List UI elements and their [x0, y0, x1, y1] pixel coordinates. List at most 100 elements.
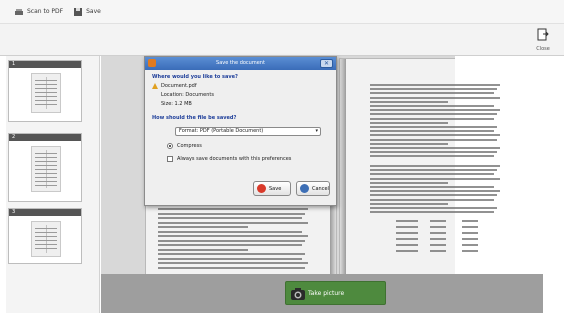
dialog-size: Size: 1.2 MB	[161, 101, 192, 107]
dialog-filename: Document.pdf	[161, 83, 197, 89]
bottom-margin	[543, 274, 564, 313]
app-window: Scan to PDF Save Close 1 2 3 Save the do…	[0, 0, 564, 313]
scanned-text-line	[158, 239, 305, 242]
scanned-table-cell	[462, 244, 478, 246]
scanned-text-line	[158, 212, 305, 215]
scanned-text-line	[370, 207, 497, 209]
compress-radio[interactable]	[167, 143, 173, 149]
scanned-text-line	[370, 186, 494, 188]
take-picture-button[interactable]: Take picture	[285, 281, 386, 305]
scanned-table-cell	[430, 250, 446, 252]
dialog-location: Location: Documents	[161, 92, 214, 98]
scanned-table-cell	[396, 238, 418, 240]
save-icon	[73, 7, 83, 17]
scanned-text-line	[370, 100, 448, 103]
remember-label: Always save documents with this preferen…	[177, 156, 292, 162]
sidebar-edge	[0, 56, 6, 313]
menu-item-save-label: Save	[86, 8, 101, 15]
scanned-text-line	[158, 262, 308, 264]
scanned-text-line	[370, 147, 500, 149]
scanned-text-line	[158, 235, 308, 237]
close-document-label: Close	[536, 46, 550, 52]
format-select-value: Format: PDF (Portable Document)	[179, 128, 264, 134]
scanned-text-line	[158, 248, 248, 251]
dialog-section-heading: How should the file be saved?	[152, 115, 237, 121]
scanned-text-line	[370, 96, 500, 99]
scanned-text-line	[370, 88, 497, 91]
scanned-table-cell	[462, 220, 478, 222]
thumbnail-preview	[31, 73, 61, 113]
dialog-close-button[interactable]: ✕	[320, 59, 333, 68]
save-button[interactable]: Save	[253, 181, 291, 196]
close-document-button[interactable]: Close	[530, 27, 556, 53]
scanned-text-line	[370, 181, 448, 184]
scanned-text-line	[370, 138, 497, 141]
format-select[interactable]: Format: PDF (Portable Document) ▾	[175, 127, 321, 136]
dialog-title: Save the document	[216, 60, 265, 66]
scanned-text-line	[158, 230, 302, 233]
scanned-text-line	[370, 113, 497, 116]
camera-icon	[290, 286, 306, 302]
thumbnail-number: 3	[9, 209, 81, 216]
scanned-text-line	[370, 165, 500, 167]
save-button-label: Save	[269, 185, 282, 192]
scanned-text-line	[370, 155, 494, 158]
scanned-text-line	[370, 142, 448, 145]
scanner-icon	[14, 7, 24, 17]
scanned-text-line	[370, 117, 494, 120]
scanned-text-line	[158, 217, 302, 219]
scanned-table-cell	[396, 244, 418, 246]
scanned-text-line	[370, 151, 497, 154]
scanned-text-line	[370, 130, 494, 133]
menu-item-save[interactable]: Save	[73, 7, 101, 17]
thumbnail-page[interactable]: 3	[8, 208, 82, 264]
thumbnail-number: 1	[9, 61, 81, 68]
scanned-text-line	[370, 126, 497, 128]
menu-item-scan-label: Scan to PDF	[27, 8, 64, 15]
scanned-text-line	[158, 226, 248, 228]
scanned-table-cell	[396, 250, 418, 252]
scanned-table-cell	[396, 232, 418, 234]
scanned-table-cell	[462, 250, 478, 252]
thumbnail-preview	[31, 221, 61, 257]
compress-label: Compress	[177, 143, 202, 149]
scanned-table-cell	[430, 238, 446, 240]
scanned-text-line	[370, 173, 494, 176]
scanned-text-line	[158, 253, 305, 255]
scanned-table-cell	[430, 226, 446, 228]
scanned-text-line	[370, 92, 494, 95]
menu-bar: Scan to PDF Save	[0, 0, 564, 24]
menu-item-scan[interactable]: Scan to PDF	[14, 7, 63, 17]
scanned-text-line	[370, 198, 494, 201]
scanned-table-cell	[462, 232, 478, 234]
dialog-titlebar[interactable]: Save the document ✕	[145, 57, 336, 70]
scanned-text-line	[158, 257, 302, 260]
save-icon	[257, 184, 266, 193]
cancel-button-label: Cancel	[312, 185, 329, 192]
scanned-text-line	[370, 134, 500, 137]
app-icon	[148, 59, 156, 67]
scanned-text-line	[370, 202, 448, 205]
thumbnail-preview	[31, 146, 61, 192]
scanned-text-line	[370, 121, 448, 124]
chevron-down-icon: ▾	[315, 128, 318, 134]
thumbnail-number: 2	[9, 134, 81, 141]
warning-icon	[152, 83, 158, 89]
take-picture-label: Take picture	[308, 289, 345, 297]
scanned-text-line	[158, 244, 302, 246]
scanned-text-line	[370, 169, 497, 172]
scanned-text-line	[370, 177, 500, 180]
scanned-text-line	[370, 194, 497, 197]
scanned-table-cell	[462, 238, 478, 240]
scanned-text-line	[158, 221, 308, 224]
thumbnail-page[interactable]: 2	[8, 133, 82, 202]
remember-checkbox[interactable]	[167, 156, 173, 162]
scanned-text-line	[370, 190, 500, 193]
scanned-table-cell	[462, 226, 478, 228]
toolbar: Close	[0, 24, 564, 56]
scanned-text-line	[158, 266, 305, 269]
scanned-table-cell	[430, 244, 446, 246]
thumbnail-page[interactable]: 1	[8, 60, 82, 122]
cancel-button[interactable]: Cancel	[296, 181, 330, 196]
scanned-table-cell	[430, 220, 446, 222]
